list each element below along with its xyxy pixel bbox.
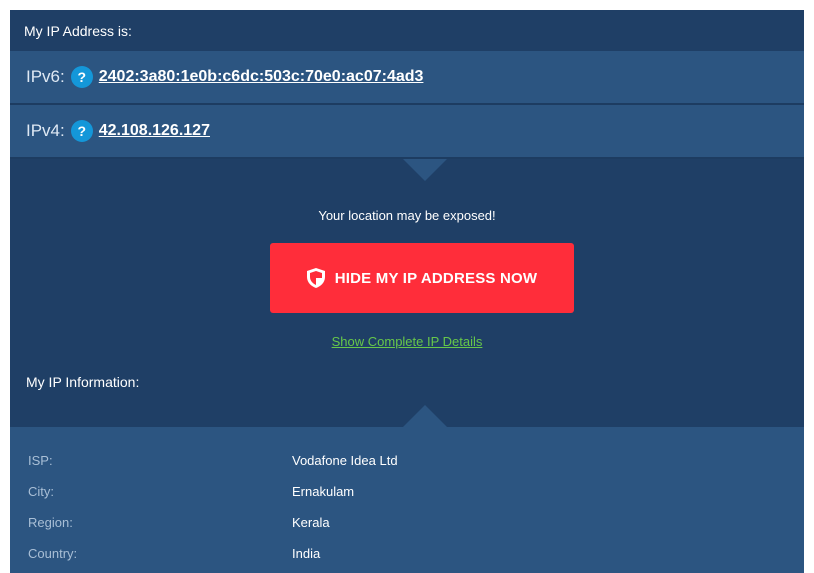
ipv6-address-link[interactable]: 2402:3a80:1e0b:c6dc:503c:70e0:ac07:4ad3 (99, 68, 424, 86)
ipv4-address-link[interactable]: 42.108.126.127 (99, 122, 210, 140)
info-title: My IP Information: (26, 374, 140, 390)
info-key: Country: (28, 545, 78, 561)
ipv4-label: IPv4: (26, 121, 65, 140)
notch-up-decoration (403, 405, 447, 427)
hide-ip-button-label: HIDE MY IP ADDRESS NOW (334, 269, 538, 287)
info-key: Region: (28, 514, 73, 530)
info-row-city: City: Ernakulam (10, 476, 804, 506)
info-key: City: (28, 483, 54, 499)
notch-down-decoration (403, 159, 447, 181)
panel-header: My IP Address is: (10, 10, 804, 51)
ipv6-help-icon[interactable]: ? (70, 66, 93, 88)
location-notice: Your location may be exposed! (318, 208, 496, 223)
hide-ip-button[interactable]: HIDE MY IP ADDRESS NOW (270, 243, 574, 313)
ipv4-help-icon[interactable]: ? (70, 120, 93, 142)
info-value: Kerala (292, 514, 330, 530)
info-value: Vodafone Idea Ltd (292, 452, 398, 468)
info-row-isp: ISP: Vodafone Idea Ltd (10, 445, 804, 475)
show-details-link[interactable]: Show Complete IP Details (10, 334, 804, 349)
ipv6-row: IPv6: ? 2402:3a80:1e0b:c6dc:503c:70e0:ac… (10, 51, 804, 105)
info-value: India (292, 545, 321, 561)
info-row-region: Region: Kerala (10, 507, 804, 537)
info-row-country: Country: India (10, 538, 804, 568)
info-value: Ernakulam (292, 483, 355, 499)
header-title: My IP Address is: (24, 22, 132, 39)
shield-icon (306, 268, 325, 288)
ipv4-row: IPv4: ? 42.108.126.127 (10, 105, 804, 159)
info-key: ISP: (28, 452, 53, 468)
ip-info-table: ISP: Vodafone Idea Ltd City: Ernakulam R… (10, 405, 804, 573)
ip-panel: My IP Address is: IPv6: ? 2402:3a80:1e0b… (10, 10, 804, 573)
ipv6-label: IPv6: (26, 67, 65, 86)
exposure-section: Your location may be exposed! HIDE MY IP… (10, 159, 804, 390)
